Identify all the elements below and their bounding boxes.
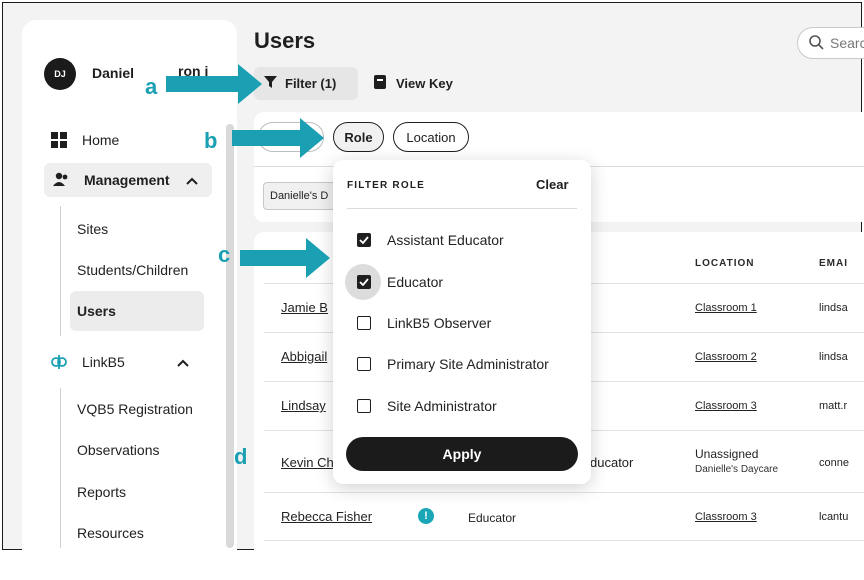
email-cell: matt.r: [819, 400, 848, 412]
role-cell: Educator: [468, 511, 517, 525]
checkbox-unchecked-icon[interactable]: [357, 357, 371, 371]
option-assistant-educator[interactable]: Assistant Educator: [357, 230, 504, 250]
sidebar-item-linkb5[interactable]: LinkB5: [50, 345, 189, 379]
email-cell: lindsa: [819, 351, 848, 363]
option-label: Site Administrator: [387, 398, 497, 414]
option-linkb5-observer[interactable]: LinkB5 Observer: [357, 313, 491, 333]
checkbox-checked-icon[interactable]: [357, 275, 371, 289]
user-name-link[interactable]: Jamie B: [281, 300, 328, 315]
chip-hidden[interactable]: [258, 122, 324, 152]
column-header-email[interactable]: EMAI: [819, 258, 848, 269]
email-cell: lcantu: [819, 511, 849, 523]
user-name-link[interactable]: Abbigail: [281, 349, 327, 364]
sidebar-subitem-resources[interactable]: Resources: [77, 525, 144, 541]
sidebar-item-label: Home: [82, 132, 120, 148]
sidebar-subitem-users[interactable]: Users: [77, 303, 116, 319]
user-name-link[interactable]: Lindsay: [281, 398, 326, 413]
option-label: Assistant Educator: [387, 232, 504, 248]
option-primary-site-admin[interactable]: Primary Site Administrator: [357, 354, 549, 374]
option-site-admin[interactable]: Site Administrator: [357, 396, 497, 416]
sidebar-item-management[interactable]: Management: [44, 163, 212, 197]
row-divider: [264, 492, 864, 493]
dropdown-title: FILTER ROLE: [347, 180, 426, 191]
filter-label: Filter (1): [285, 76, 337, 91]
location-link[interactable]: Classroom 3: [695, 511, 757, 523]
dropdown-divider: [347, 208, 577, 209]
option-educator[interactable]: Educator: [357, 272, 443, 292]
link-icon: [50, 353, 68, 371]
chevron-up-icon: [185, 172, 198, 188]
grid-icon: [50, 131, 68, 149]
callout-b: b: [204, 128, 218, 153]
avatar[interactable]: DJ: [44, 58, 76, 90]
chip-location[interactable]: Location: [393, 122, 469, 152]
location-link[interactable]: Classroom 1: [695, 302, 757, 314]
row-divider: [264, 540, 864, 541]
filter-button[interactable]: Filter (1): [254, 67, 358, 100]
location-cell: Unassigned: [695, 447, 759, 461]
people-icon: [52, 171, 70, 189]
sidebar-item-label: Management: [84, 172, 170, 188]
sidebar-subitem-observations[interactable]: Observations: [77, 442, 159, 458]
callout-a: a: [145, 74, 158, 99]
option-label: Primary Site Administrator: [387, 356, 549, 372]
location-link[interactable]: Classroom 3: [695, 400, 757, 412]
role-cell: ducator: [590, 455, 634, 470]
search-icon: [808, 34, 824, 53]
view-key-label: View Key: [396, 76, 453, 91]
user-name-link[interactable]: Kevin Ch: [281, 455, 334, 470]
column-header-location[interactable]: LOCATION: [695, 258, 754, 269]
email-cell: lindsa: [819, 302, 848, 314]
option-label: LinkB5 Observer: [387, 315, 492, 331]
checkbox-unchecked-icon[interactable]: [357, 316, 371, 330]
apply-button[interactable]: Apply: [346, 437, 578, 471]
chevron-up-icon: [177, 354, 189, 370]
search-input[interactable]: Searc: [797, 27, 864, 59]
sidebar-subitem-vqb5[interactable]: VQB5 Registration: [77, 401, 193, 417]
active-filter-tag[interactable]: Danielle's D: [263, 182, 336, 210]
tree-line: [60, 206, 61, 336]
page-title: Users: [254, 28, 316, 53]
sidebar-subitem-sites[interactable]: Sites: [77, 221, 108, 237]
user-name: Daniel: [92, 65, 135, 81]
user-name-link[interactable]: Rebecca Fisher: [281, 509, 372, 524]
funnel-icon: [264, 76, 277, 91]
email-cell: conne: [819, 457, 849, 469]
view-key-button[interactable]: View Key: [374, 67, 453, 100]
user-name-tail: ron i: [178, 63, 209, 79]
callout-c: c: [218, 242, 231, 267]
tree-line: [60, 388, 61, 548]
sidebar-subitem-students[interactable]: Students/Children: [77, 262, 188, 278]
checkbox-unchecked-icon[interactable]: [357, 399, 371, 413]
callout-d: d: [234, 444, 248, 469]
sidebar-subitem-reports[interactable]: Reports: [77, 484, 126, 500]
alert-icon[interactable]: !: [418, 508, 434, 524]
sidebar-item-label: LinkB5: [82, 354, 125, 370]
location-link[interactable]: Classroom 2: [695, 351, 757, 363]
location-sub-cell: Danielle's Daycare: [695, 464, 779, 475]
option-label: Educator: [387, 274, 444, 290]
clear-button[interactable]: Clear: [536, 177, 569, 192]
checkbox-checked-icon[interactable]: [357, 233, 371, 247]
chip-role[interactable]: Role: [333, 122, 384, 152]
sidebar-item-home[interactable]: Home: [50, 123, 119, 157]
key-icon: [374, 75, 386, 92]
sidebar-scrollbar[interactable]: [226, 124, 234, 548]
search-placeholder: Searc: [830, 35, 864, 51]
